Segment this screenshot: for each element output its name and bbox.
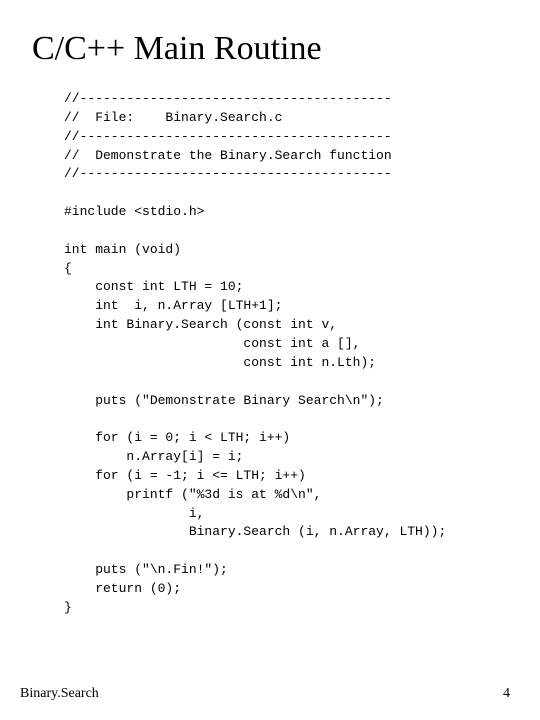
footer-left: Binary.Search: [20, 686, 99, 702]
slide-title: C/C++ Main Routine: [32, 30, 510, 68]
code-block: //--------------------------------------…: [64, 90, 510, 618]
footer-page-number: 4: [503, 686, 510, 702]
footer: Binary.Search 4: [20, 686, 510, 702]
